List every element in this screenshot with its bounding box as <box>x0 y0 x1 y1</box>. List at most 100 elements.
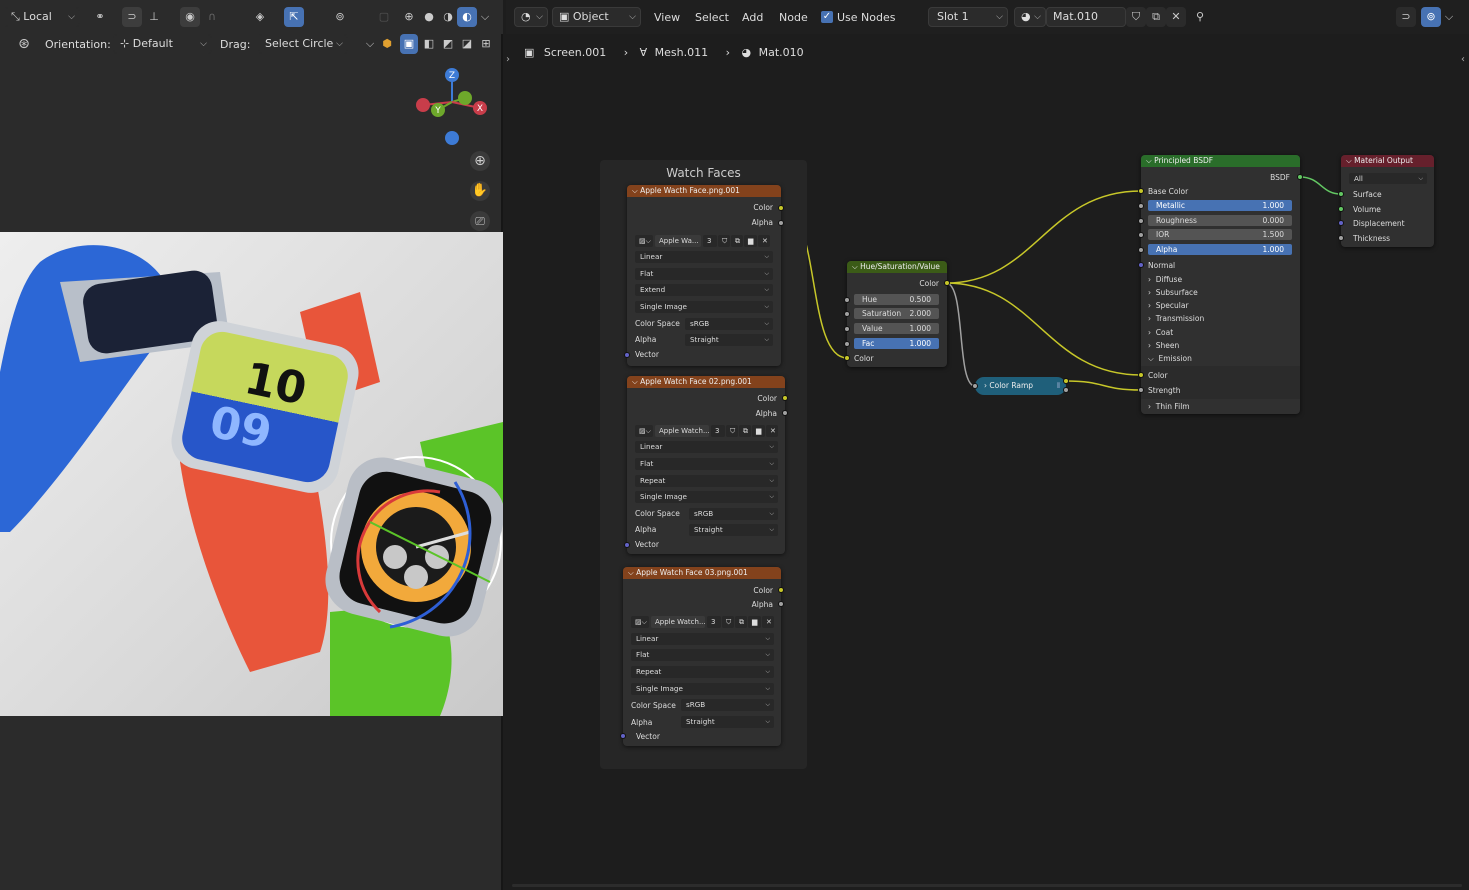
bsdf-output-socket[interactable] <box>1297 174 1303 180</box>
image-unlink-icon[interactable]: ✕ <box>758 235 770 247</box>
color-ramp-node[interactable]: › Color Ramp ⦀ <box>975 377 1066 395</box>
gizmo-toggle-icon[interactable]: ⇱ <box>284 7 304 27</box>
object-color-icon[interactable]: ⬢ <box>378 34 396 54</box>
panel-diffuse[interactable]: › Diffuse <box>1148 275 1182 284</box>
panel-subsurface[interactable]: › Subsurface <box>1148 288 1198 297</box>
image-duplicate-icon[interactable]: ⧉ <box>731 235 743 247</box>
output-surface-socket[interactable] <box>1338 191 1344 197</box>
source-select[interactable]: Single Image ⌵ <box>631 683 774 695</box>
bsdf-alpha-socket[interactable] <box>1138 247 1144 253</box>
interpolation-select[interactable]: Linear ⌵ <box>635 251 773 263</box>
image-duplicate-icon[interactable]: ⧉ <box>735 616 747 628</box>
falloff-icon[interactable]: ∩ <box>202 7 222 27</box>
saturation-field[interactable]: Saturation 2.000 <box>854 308 939 319</box>
bsdf-roughness-socket[interactable] <box>1138 218 1144 224</box>
snap-target-icon[interactable]: ⊥ <box>144 7 164 27</box>
panel-transmission[interactable]: › Transmission <box>1148 314 1204 323</box>
value-field[interactable]: Value 1.000 <box>854 323 939 334</box>
node-header[interactable]: ⌵ Apple Watch Face 03.png.001 <box>623 567 781 579</box>
colorspace-select[interactable]: sRGB ⌵ <box>685 318 773 330</box>
image-fake-user-icon[interactable]: ⛉ <box>722 616 734 628</box>
colorspace-select[interactable]: sRGB ⌵ <box>689 508 778 520</box>
proportional-icon[interactable]: ◉ <box>180 7 200 27</box>
fac-field[interactable]: Fac 1.000 <box>854 338 939 349</box>
output-volume-socket[interactable] <box>1338 206 1344 212</box>
alpha-field[interactable]: Alpha 1.000 <box>1148 244 1292 255</box>
node-header[interactable]: ⌵ Hue/Saturation/Value <box>847 261 947 273</box>
source-select[interactable]: Single Image ⌵ <box>635 491 778 503</box>
image3-color-socket[interactable] <box>778 587 784 593</box>
select-subtract-icon[interactable]: ◩ <box>439 34 457 54</box>
panel-specular[interactable]: › Specular <box>1148 301 1189 310</box>
extension-select[interactable]: Repeat ⌵ <box>635 475 778 487</box>
panel-coat[interactable]: › Coat <box>1148 328 1173 337</box>
collapse-icon[interactable]: ⌵ <box>852 262 860 271</box>
image-users-count[interactable]: 3 <box>707 616 721 628</box>
bsdf-normal-socket[interactable] <box>1138 262 1144 268</box>
snap-icon[interactable]: ⊃ <box>122 7 142 27</box>
shading-options-icon[interactable]: ⌵ <box>478 7 492 27</box>
hsv-color-input-socket[interactable] <box>844 355 850 361</box>
select-invert-icon[interactable]: ◪ <box>458 34 476 54</box>
pan-hand-icon[interactable]: ✋ <box>470 181 490 201</box>
zoom-icon[interactable]: ⊕ <box>470 151 490 171</box>
metallic-field[interactable]: Metallic 1.000 <box>1148 200 1292 211</box>
output-displacement-socket[interactable] <box>1338 220 1344 226</box>
image1-alpha-socket[interactable] <box>778 220 784 226</box>
hue-saturation-value-node[interactable]: ⌵ Hue/Saturation/Value Color Hue 0.500 Sa… <box>847 261 947 367</box>
material-shading-icon[interactable]: ◑ <box>438 7 458 27</box>
transform-space-dropdown[interactable]: ⤡ Local ⌵ <box>4 7 80 27</box>
ramp-color-socket[interactable] <box>1063 378 1069 384</box>
interpolation-select[interactable]: Linear ⌵ <box>635 441 778 453</box>
projection-select[interactable]: Flat ⌵ <box>635 458 778 470</box>
source-select[interactable]: Single Image ⌵ <box>635 301 773 313</box>
image-browse[interactable]: ▨⌵ <box>635 235 653 247</box>
wireframe-shading-icon[interactable]: ⊕ <box>399 7 419 27</box>
panel-emission[interactable]: ⌵ Emission <box>1148 354 1192 364</box>
collapse-icon[interactable]: ⌵ <box>632 186 640 195</box>
projection-select[interactable]: Flat ⌵ <box>631 649 774 661</box>
select-mode-chevron-icon[interactable]: ⌵ <box>364 34 376 54</box>
node-header[interactable]: ⌵ Apple Wacth Face.png.001 <box>627 185 781 197</box>
panel-sheen[interactable]: › Sheen <box>1148 341 1179 350</box>
visibility-icon[interactable]: ◈ <box>250 7 270 27</box>
image-name-field[interactable]: Apple Watch... <box>655 425 709 437</box>
image-texture-node-3[interactable]: ⌵ Apple Watch Face 03.png.001 Color Alph… <box>623 567 781 746</box>
hsv-value-socket[interactable] <box>844 326 850 332</box>
solid-shading-icon[interactable]: ● <box>419 7 439 27</box>
panel-thin-film[interactable]: › Thin Film <box>1148 402 1190 411</box>
collapse-icon[interactable]: ⌵ <box>1346 156 1354 165</box>
pivot-icon[interactable]: ⚭ <box>90 7 110 27</box>
image-unlink-icon[interactable]: ✕ <box>762 616 774 628</box>
extension-select[interactable]: Extend ⌵ <box>635 284 773 296</box>
material-output-node[interactable]: ⌵ Material Output All ⌵ Surface Volume Di… <box>1341 155 1434 247</box>
overlay-icon[interactable]: ⊚ <box>330 7 350 27</box>
bsdf-emission-strength-socket[interactable] <box>1138 387 1144 393</box>
image3-alpha-socket[interactable] <box>778 601 784 607</box>
principled-bsdf-node[interactable]: ⌵ Principled BSDF BSDF Base Color Metall… <box>1141 155 1300 414</box>
hue-field[interactable]: Hue 0.500 <box>854 294 939 305</box>
xray-icon[interactable]: ▢ <box>374 7 394 27</box>
image-fake-user-icon[interactable]: ⛉ <box>718 235 730 247</box>
roughness-field[interactable]: Roughness 0.000 <box>1148 215 1292 226</box>
image2-alpha-socket[interactable] <box>782 410 788 416</box>
collapse-icon[interactable]: ⌵ <box>1146 156 1154 165</box>
colorspace-select[interactable]: sRGB ⌵ <box>681 699 774 711</box>
select-intersect-icon[interactable]: ⊞ <box>477 34 495 54</box>
ramp-fac-socket[interactable] <box>972 383 978 389</box>
image-duplicate-icon[interactable]: ⧉ <box>739 425 751 437</box>
alpha-mode-select[interactable]: Straight ⌵ <box>681 716 774 728</box>
image-unlink-icon[interactable]: ✕ <box>766 425 778 437</box>
bsdf-emission-color-socket[interactable] <box>1138 372 1144 378</box>
image-users-count[interactable]: 3 <box>711 425 725 437</box>
output-thickness-socket[interactable] <box>1338 235 1344 241</box>
image-name-field[interactable]: Apple Wa... <box>655 235 701 247</box>
image-texture-node-1[interactable]: ⌵ Apple Wacth Face.png.001 Color Alpha ▨… <box>627 185 781 366</box>
select-extend-icon[interactable]: ◧ <box>420 34 438 54</box>
image-open-icon[interactable]: ▆ <box>748 616 761 628</box>
image-browse[interactable]: ▨⌵ <box>631 616 649 628</box>
image-name-field[interactable]: Apple Watch... <box>651 616 705 628</box>
select-box-icon[interactable]: ▣ <box>400 34 418 54</box>
node-header[interactable]: ⌵ Apple Watch Face 02.png.001 <box>627 376 785 388</box>
image-users-count[interactable]: 3 <box>703 235 717 247</box>
